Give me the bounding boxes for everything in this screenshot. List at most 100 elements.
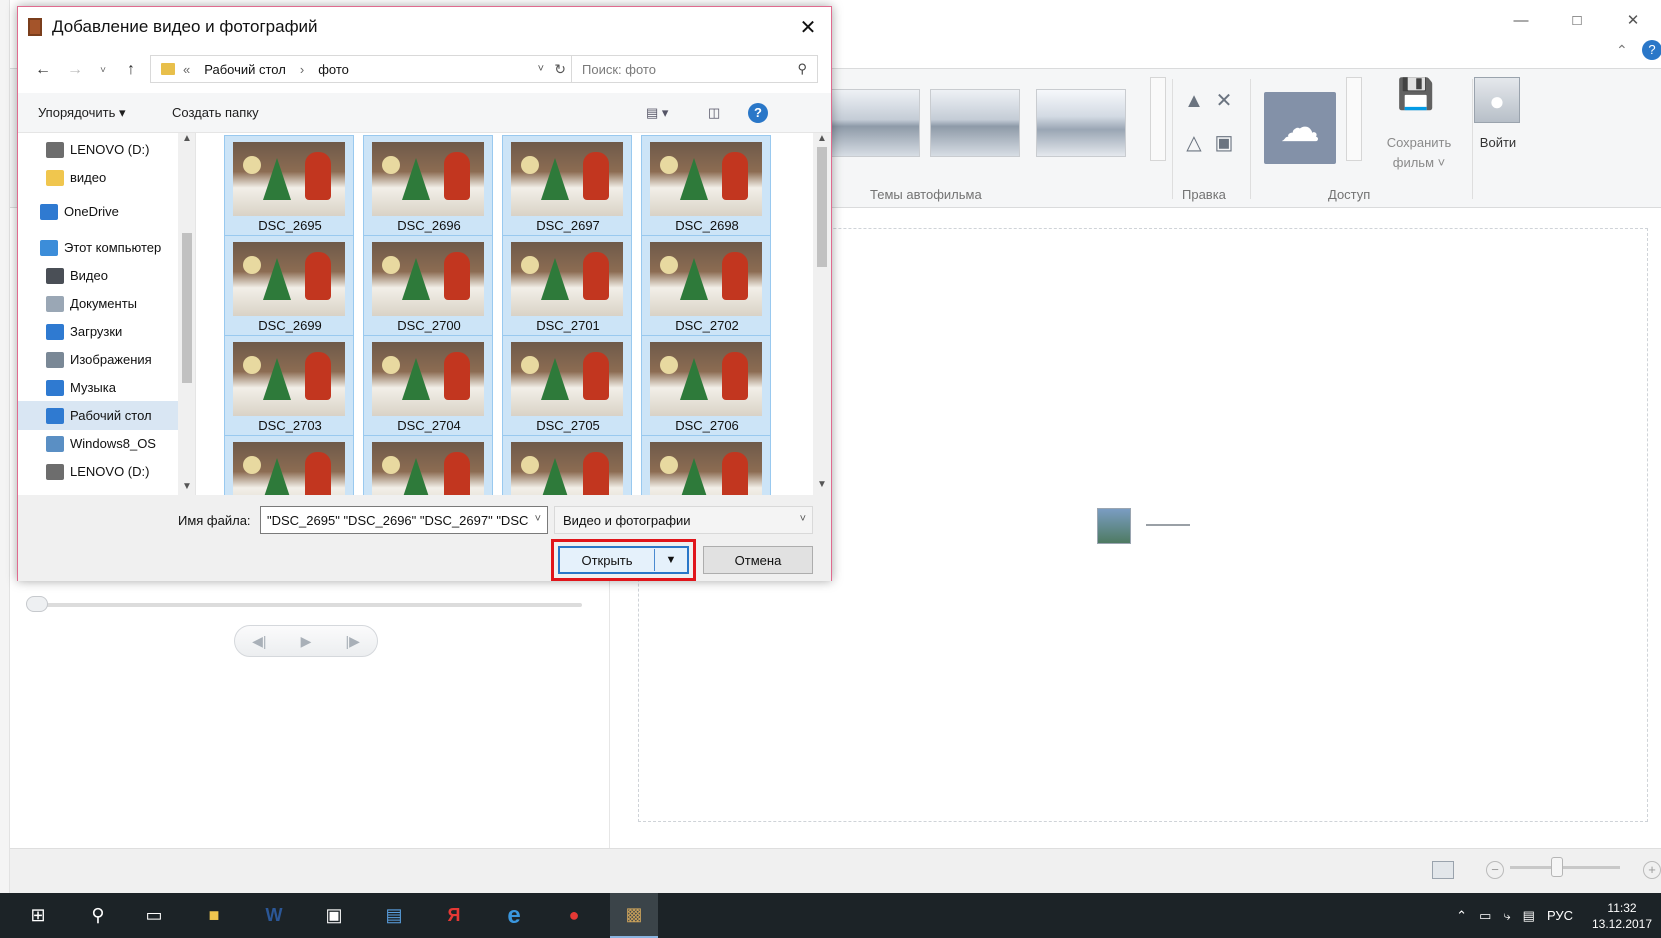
zoom-slider[interactable] bbox=[1510, 866, 1620, 869]
zoom-in-icon[interactable]: + bbox=[1643, 861, 1661, 879]
theme-thumbnail[interactable] bbox=[830, 89, 920, 157]
file-tile[interactable]: DSC_2699 bbox=[224, 235, 354, 337]
address-dropdown-icon[interactable]: ˅ bbox=[538, 63, 544, 75]
file-tile[interactable]: DSC_2706 bbox=[641, 335, 771, 437]
file-tile[interactable]: DSC_2695 bbox=[224, 135, 354, 237]
task-view-icon[interactable]: ▭ bbox=[130, 893, 178, 938]
file-tile[interactable] bbox=[502, 435, 632, 495]
user-avatar-icon[interactable]: ● bbox=[1474, 77, 1520, 123]
nav-item[interactable]: Этот компьютер bbox=[18, 233, 195, 262]
edge-icon[interactable]: e bbox=[490, 893, 538, 938]
movie-maker-taskbar-icon[interactable]: ▩ bbox=[610, 893, 658, 938]
new-folder-button[interactable]: Создать папку bbox=[172, 105, 259, 120]
yandex-icon[interactable]: Я bbox=[430, 893, 478, 938]
start-icon[interactable]: ⊞ bbox=[14, 893, 62, 938]
nav-scroll-thumb[interactable] bbox=[182, 233, 192, 383]
sign-in-button[interactable]: Войти bbox=[1470, 135, 1526, 150]
scroll-down-icon[interactable]: ▼ bbox=[817, 479, 827, 490]
delete-icon[interactable]: ✕ bbox=[1212, 89, 1236, 113]
zoom-out-icon[interactable]: − bbox=[1486, 861, 1504, 879]
nav-item[interactable]: Документы bbox=[18, 289, 195, 318]
refresh-icon[interactable]: ↻ bbox=[554, 61, 566, 78]
clock[interactable]: 11:32 13.12.2017 bbox=[1583, 900, 1661, 932]
file-tile[interactable]: DSC_2700 bbox=[363, 235, 493, 337]
chevron-down-icon[interactable]: ˅ bbox=[530, 513, 541, 525]
open-button[interactable]: Открыть ▼ bbox=[558, 546, 689, 574]
nav-item[interactable]: Видео bbox=[18, 261, 195, 290]
nav-item[interactable]: Рабочий стол bbox=[18, 401, 195, 430]
recent-locations-icon[interactable]: ˅ bbox=[90, 57, 116, 83]
search-icon[interactable]: ⚲ bbox=[74, 893, 122, 938]
file-tile[interactable] bbox=[363, 435, 493, 495]
minimize-button[interactable]: — bbox=[1493, 0, 1549, 40]
previous-frame-icon[interactable]: ◀| bbox=[252, 633, 266, 650]
file-tile[interactable]: DSC_2697 bbox=[502, 135, 632, 237]
scroll-down-icon[interactable]: ▼ bbox=[182, 481, 192, 492]
open-dropdown-icon[interactable]: ▼ bbox=[655, 554, 687, 566]
wifi-icon[interactable]: ⤷ bbox=[1503, 908, 1510, 924]
file-tile[interactable] bbox=[641, 435, 771, 495]
play-icon[interactable]: ▶ bbox=[301, 633, 312, 650]
trim-icon[interactable]: △ bbox=[1182, 131, 1206, 155]
nav-item[interactable]: OneDrive bbox=[18, 197, 195, 226]
help-icon[interactable]: ? bbox=[1642, 40, 1661, 60]
file-tile[interactable]: DSC_2704 bbox=[363, 335, 493, 437]
tray-expand-icon[interactable]: ⌃ bbox=[1456, 908, 1467, 924]
rotate-icon[interactable]: ▲ bbox=[1182, 89, 1206, 113]
back-icon[interactable]: ← bbox=[30, 57, 56, 83]
close-dialog-button[interactable]: ✕ bbox=[785, 7, 831, 47]
notifications-icon[interactable]: ▤ bbox=[1523, 908, 1535, 924]
change-view-icon[interactable]: ▤ ▾ bbox=[646, 105, 668, 121]
nav-item[interactable]: Загрузки bbox=[18, 317, 195, 346]
next-frame-icon[interactable]: |▶ bbox=[346, 633, 360, 650]
seek-bar[interactable] bbox=[30, 603, 582, 607]
nav-item[interactable]: Изображения bbox=[18, 345, 195, 374]
file-tile[interactable]: DSC_2705 bbox=[502, 335, 632, 437]
nav-item[interactable]: Музыка bbox=[18, 373, 195, 402]
file-tile[interactable]: DSC_2701 bbox=[502, 235, 632, 337]
forward-icon[interactable]: → bbox=[62, 57, 88, 83]
up-icon[interactable]: ↑ bbox=[118, 57, 144, 83]
gallery-scroll[interactable] bbox=[1150, 77, 1166, 161]
nav-item[interactable]: LENOVO (D:) bbox=[18, 457, 195, 486]
save-movie-icon[interactable]: 💾 bbox=[1394, 77, 1438, 121]
select-all-icon[interactable]: ▣ bbox=[1212, 131, 1236, 155]
cloud-share-tile[interactable]: ☁ bbox=[1264, 92, 1336, 164]
nav-item[interactable]: LENOVO (D:) bbox=[18, 135, 195, 164]
file-scroll-thumb[interactable] bbox=[817, 147, 827, 267]
file-tile[interactable]: DSC_2702 bbox=[641, 235, 771, 337]
filename-input[interactable]: "DSC_2695" "DSC_2696" "DSC_2697" "DSC ˅ bbox=[260, 506, 548, 534]
save-movie-button[interactable]: Сохранить фильм ˅ bbox=[1374, 133, 1464, 173]
scroll-up-icon[interactable]: ▲ bbox=[182, 133, 192, 144]
nav-item[interactable]: видео bbox=[18, 163, 195, 192]
share-gallery-scroll[interactable] bbox=[1346, 77, 1362, 161]
maximize-button[interactable]: □ bbox=[1549, 0, 1605, 40]
desktop-app-icon[interactable]: ▤ bbox=[370, 893, 418, 938]
file-tile[interactable]: DSC_2696 bbox=[363, 135, 493, 237]
breadcrumb-desktop[interactable]: Рабочий стол bbox=[204, 62, 286, 77]
organize-button[interactable]: Упорядочить ▾ bbox=[38, 105, 126, 121]
file-tile[interactable]: DSC_2703 bbox=[224, 335, 354, 437]
scroll-up-icon[interactable]: ▲ bbox=[817, 133, 827, 144]
thumbnail-size-icon[interactable] bbox=[1432, 861, 1454, 879]
nav-item[interactable]: Windows8_OS bbox=[18, 429, 195, 458]
search-input[interactable]: Поиск: фото ⚲ bbox=[571, 55, 818, 83]
store-icon[interactable]: ▣ bbox=[310, 893, 358, 938]
collapse-ribbon-icon[interactable]: ⌃ bbox=[1616, 42, 1628, 59]
cancel-button[interactable]: Отмена bbox=[703, 546, 813, 574]
word-icon[interactable]: W bbox=[250, 893, 298, 938]
language-indicator[interactable]: РУС bbox=[1547, 908, 1573, 923]
file-tile[interactable]: DSC_2698 bbox=[641, 135, 771, 237]
address-bar[interactable]: « Рабочий стол › фото ˅ ↻ bbox=[150, 55, 575, 83]
breadcrumb-foto[interactable]: фото bbox=[318, 62, 349, 77]
file-tile[interactable] bbox=[224, 435, 354, 495]
yandex-browser-icon[interactable]: ● bbox=[550, 893, 598, 938]
help-icon[interactable]: ? bbox=[748, 103, 768, 123]
preview-pane-icon[interactable]: ◫ bbox=[708, 105, 720, 121]
zoom-slider-thumb[interactable] bbox=[1551, 857, 1563, 877]
filetype-select[interactable]: Видео и фотографии ˅ bbox=[554, 506, 813, 534]
close-button[interactable]: ✕ bbox=[1605, 0, 1661, 40]
file-explorer-icon[interactable]: ■ bbox=[190, 893, 238, 938]
theme-thumbnail[interactable] bbox=[930, 89, 1020, 157]
battery-icon[interactable]: ▭ bbox=[1479, 908, 1491, 924]
